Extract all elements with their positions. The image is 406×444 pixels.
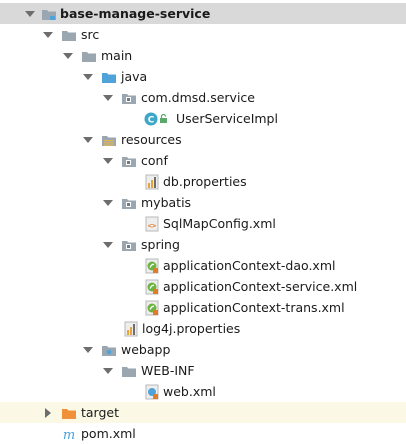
folder-icon: [120, 362, 137, 379]
tree-row-resources[interactable]: resources: [0, 129, 406, 150]
properties-file-icon: [122, 320, 139, 337]
tree-row-main[interactable]: main: [0, 45, 406, 66]
svg-text:m: m: [63, 428, 75, 441]
package-icon: [120, 236, 137, 253]
tree-row-conf[interactable]: conf: [0, 150, 406, 171]
chevron-down-icon[interactable]: [82, 129, 94, 150]
chevron-down-icon[interactable]: [102, 87, 114, 108]
tree-row-ctx-trans[interactable]: applicationContext-trans.xml: [0, 297, 406, 318]
tree-label-conf: conf: [141, 153, 168, 168]
properties-file-icon: [143, 173, 160, 190]
tree-row-ctx-dao[interactable]: applicationContext-dao.xml: [0, 255, 406, 276]
tree-row-log4j[interactable]: log4j.properties: [0, 318, 406, 339]
chevron-down-icon[interactable]: [102, 150, 114, 171]
tree-row-root[interactable]: base-manage-service: [0, 3, 406, 24]
tree-label-spring: spring: [141, 237, 180, 252]
tree-row-pom[interactable]: m pom.xml: [0, 423, 406, 444]
svg-text:C: C: [147, 115, 154, 125]
maven-icon: m: [60, 425, 77, 442]
tree-row-package[interactable]: com.dmsd.service: [0, 87, 406, 108]
chevron-down-icon[interactable]: [82, 66, 94, 87]
tree-row-webxml[interactable]: web.xml: [0, 381, 406, 402]
tree-label-package: com.dmsd.service: [141, 90, 255, 105]
tree-label-mybatis: mybatis: [141, 195, 192, 210]
tree-label-target: target: [81, 405, 120, 420]
package-icon: [120, 152, 137, 169]
package-icon: [120, 194, 137, 211]
tree-label-db-properties: db.properties: [163, 174, 247, 189]
chevron-down-icon[interactable]: [102, 360, 114, 381]
chevron-right-icon[interactable]: [42, 402, 54, 423]
spring-xml-icon: [143, 257, 160, 274]
tree-label-root: base-manage-service: [60, 6, 211, 21]
tree-row-mybatis[interactable]: mybatis: [0, 192, 406, 213]
tree-label-pom: pom.xml: [81, 426, 136, 441]
tree-row-webinf[interactable]: WEB-INF: [0, 360, 406, 381]
excluded-folder-icon: [60, 404, 77, 421]
chevron-down-icon[interactable]: [62, 45, 74, 66]
tree-label-webinf: WEB-INF: [141, 363, 195, 378]
resources-folder-icon: [100, 131, 117, 148]
tree-row-target[interactable]: target: [0, 402, 406, 423]
tree-label-java: java: [121, 69, 148, 84]
tree-label-ctx-trans: applicationContext-trans.xml: [163, 300, 345, 315]
tree-row-ctx-service[interactable]: applicationContext-service.xml: [0, 276, 406, 297]
tree-label-ctx-service: applicationContext-service.xml: [163, 279, 358, 294]
chevron-down-icon[interactable]: [82, 339, 94, 360]
spring-xml-icon: [143, 278, 160, 295]
tree-row-spring[interactable]: spring: [0, 234, 406, 255]
tree-row-db-properties[interactable]: db.properties: [0, 171, 406, 192]
tree-label-webapp: webapp: [121, 342, 171, 357]
tree-label-src: src: [81, 27, 100, 42]
chevron-down-icon[interactable]: [102, 192, 114, 213]
tree-label-main: main: [101, 48, 133, 63]
folder-icon: [80, 47, 97, 64]
source-folder-icon: [100, 68, 117, 85]
tree-row-src[interactable]: src: [0, 24, 406, 45]
lock-icon: [158, 110, 168, 127]
module-folder-icon: [40, 5, 57, 22]
web-xml-icon: [143, 383, 160, 400]
tree-label-webxml: web.xml: [163, 384, 216, 399]
svg-text:<>: <>: [147, 222, 155, 230]
web-folder-icon: [100, 341, 117, 358]
tree-row-class[interactable]: C UserServiceImpl: [0, 108, 406, 129]
chevron-down-icon[interactable]: [24, 3, 36, 24]
chevron-down-icon[interactable]: [42, 24, 54, 45]
tree-label-ctx-dao: applicationContext-dao.xml: [163, 258, 336, 273]
tree-label-class: UserServiceImpl: [176, 111, 278, 126]
xml-file-icon: <>: [143, 215, 160, 232]
tree-label-resources: resources: [121, 132, 182, 147]
package-icon: [120, 89, 137, 106]
folder-icon: [60, 26, 77, 43]
tree-row-webapp[interactable]: webapp: [0, 339, 406, 360]
tree-label-log4j: log4j.properties: [142, 321, 241, 336]
tree-row-sqlmap[interactable]: <> SqlMapConfig.xml: [0, 213, 406, 234]
spring-xml-icon: [143, 299, 160, 316]
tree-label-sqlmap: SqlMapConfig.xml: [163, 216, 276, 231]
tree-row-java[interactable]: java: [0, 66, 406, 87]
chevron-down-icon[interactable]: [102, 234, 114, 255]
